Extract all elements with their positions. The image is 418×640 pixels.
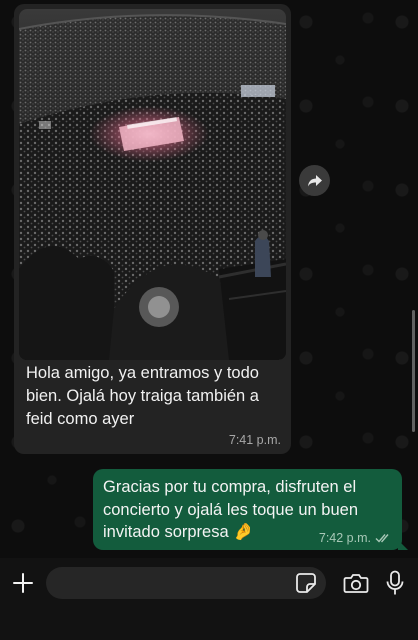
forward-icon [307,174,322,186]
outgoing-message-bubble[interactable]: Gracias por tu compra, disfruten el conc… [93,469,408,550]
scroll-indicator[interactable] [412,310,415,432]
microphone-icon [386,570,404,595]
double-check-icon [375,534,389,543]
concert-photo-image [19,9,286,360]
incoming-message-time: 7:41 p.m. [228,433,281,447]
camera-icon [343,574,369,593]
plus-icon [13,573,33,593]
sticker-button[interactable] [293,570,319,596]
bubble-tail [398,540,408,550]
sticker-icon [296,573,316,593]
camera-button[interactable] [341,568,371,598]
forward-button[interactable] [299,165,330,196]
incoming-message-text: Hola amigo, ya entramos y todo bien. Oja… [26,364,259,428]
concert-photo[interactable] [19,9,286,360]
outgoing-message-meta: 7:42 p.m. [319,531,392,545]
message-input[interactable] [46,567,326,599]
attach-button[interactable] [8,568,38,598]
microphone-button[interactable] [380,567,410,599]
chat-screen: Hola amigo, ya entramos y todo bien. Oja… [0,0,418,640]
message-input-bar [0,558,418,640]
incoming-message-bubble[interactable]: Hola amigo, ya entramos y todo bien. Oja… [14,4,291,454]
outgoing-message-time: 7:42 p.m. [318,531,371,545]
